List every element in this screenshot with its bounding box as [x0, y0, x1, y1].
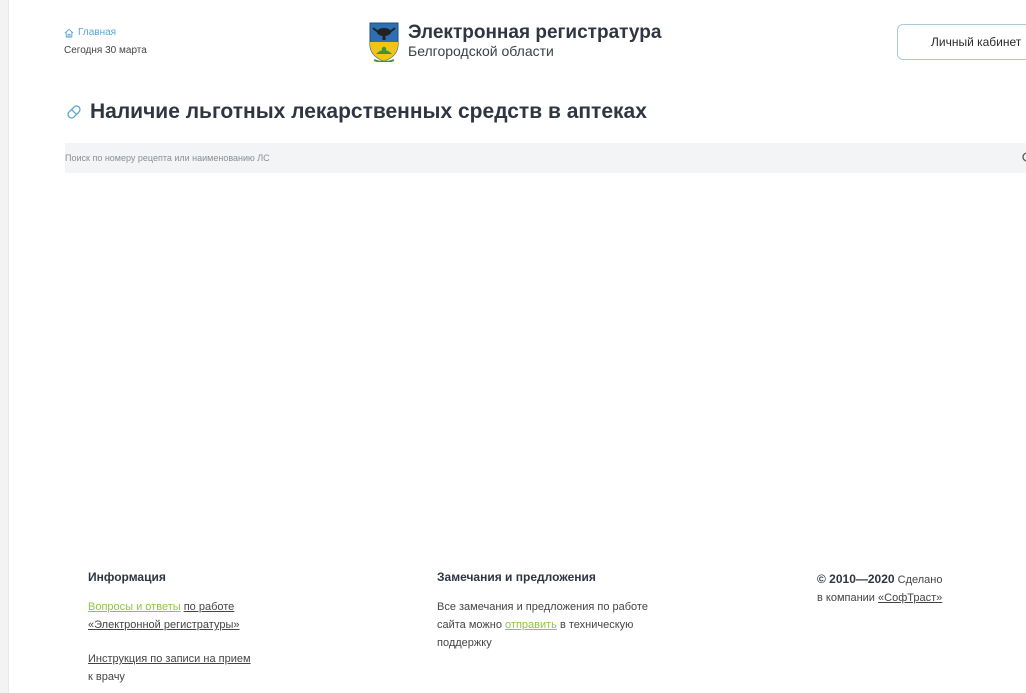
- notes-line3: поддержку: [437, 637, 492, 649]
- search-icon[interactable]: [1021, 151, 1026, 165]
- send-feedback-link[interactable]: отправить: [505, 619, 557, 631]
- search-input[interactable]: [65, 143, 1026, 173]
- faq-link[interactable]: Вопросы и ответы: [88, 601, 181, 613]
- left-edge-strip: [0, 0, 9, 693]
- page-title: Наличие льготных лекарственных средств в…: [90, 100, 647, 123]
- today-date: Сегодня 30 марта: [64, 45, 147, 56]
- brand-text: Электронная регистратура Белгородской об…: [408, 22, 662, 60]
- faq-rest-link-part1[interactable]: по работе: [184, 601, 235, 613]
- company-link[interactable]: «СофТраст»: [878, 592, 942, 604]
- pill-icon: [67, 105, 81, 119]
- footer-notes-text: Все замечания и предложения по работе са…: [437, 598, 727, 652]
- faq-rest-link-part2[interactable]: «Электронной регистратуры»: [88, 619, 239, 631]
- brand-title: Электронная регистратура: [408, 22, 662, 43]
- instruction-link-line1[interactable]: Инструкция по записи на прием: [88, 653, 251, 665]
- footer-notes: Замечания и предложения Все замечания и …: [437, 570, 727, 652]
- copyright-made: Сделано: [897, 574, 943, 586]
- footer-copyright: © 2010—2020 Сделано в компании «СофТраст…: [817, 570, 1007, 607]
- copyright-text: © 2010—2020 Сделано в компании «СофТраст…: [817, 570, 1007, 607]
- notes-line2-after: в техническую: [559, 619, 634, 631]
- page-heading: Наличие льготных лекарственных средств в…: [64, 100, 647, 124]
- copyright-years: © 2010—2020: [817, 572, 895, 586]
- footer-faq-text: Вопросы и ответы по работе «Электронной …: [88, 598, 328, 634]
- footer-notes-heading: Замечания и предложения: [437, 570, 596, 584]
- personal-cabinet-button[interactable]: Личный кабинет: [897, 24, 1026, 60]
- instruction-line2: к врачу: [88, 671, 125, 683]
- notes-line1: Все замечания и предложения по работе: [437, 601, 648, 613]
- home-link[interactable]: Главная: [64, 27, 116, 38]
- brand-subtitle: Белгородской области: [408, 43, 554, 59]
- footer-info: Информация Вопросы и ответы по работе «Э…: [88, 570, 328, 686]
- footer-instruction: Инструкция по записи на прием к врачу: [88, 650, 328, 686]
- home-icon: [64, 28, 74, 37]
- home-label: Главная: [78, 27, 117, 38]
- notes-line2-before: сайта можно: [437, 619, 502, 631]
- brand[interactable]: Электронная регистратура Белгородской об…: [368, 22, 661, 62]
- footer-info-heading: Информация: [88, 570, 166, 584]
- copyright-company-prefix: в компании: [817, 592, 875, 604]
- page: Главная Сегодня 30 марта Электронная рег…: [0, 0, 1026, 693]
- region-emblem-icon: [369, 22, 399, 62]
- search-bar: [65, 143, 1026, 173]
